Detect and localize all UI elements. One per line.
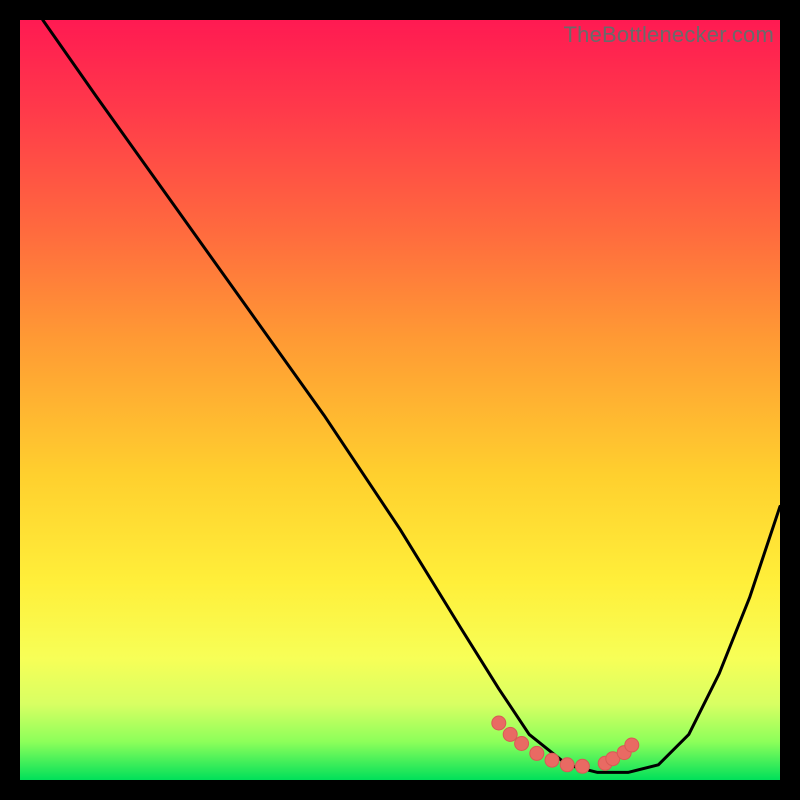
chart-svg [20,20,780,780]
bottleneck-curve [43,20,780,772]
marker-dot [530,746,544,760]
marker-dot [575,759,589,773]
marker-dot [503,727,517,741]
marker-dot [560,758,574,772]
marker-dot [492,716,506,730]
marker-dot [515,737,529,751]
marker-dot [545,753,559,767]
attribution-label: TheBottleneсker.com [564,22,774,48]
marker-group [492,716,639,773]
marker-dot [625,738,639,752]
chart-frame: TheBottleneсker.com [20,20,780,780]
